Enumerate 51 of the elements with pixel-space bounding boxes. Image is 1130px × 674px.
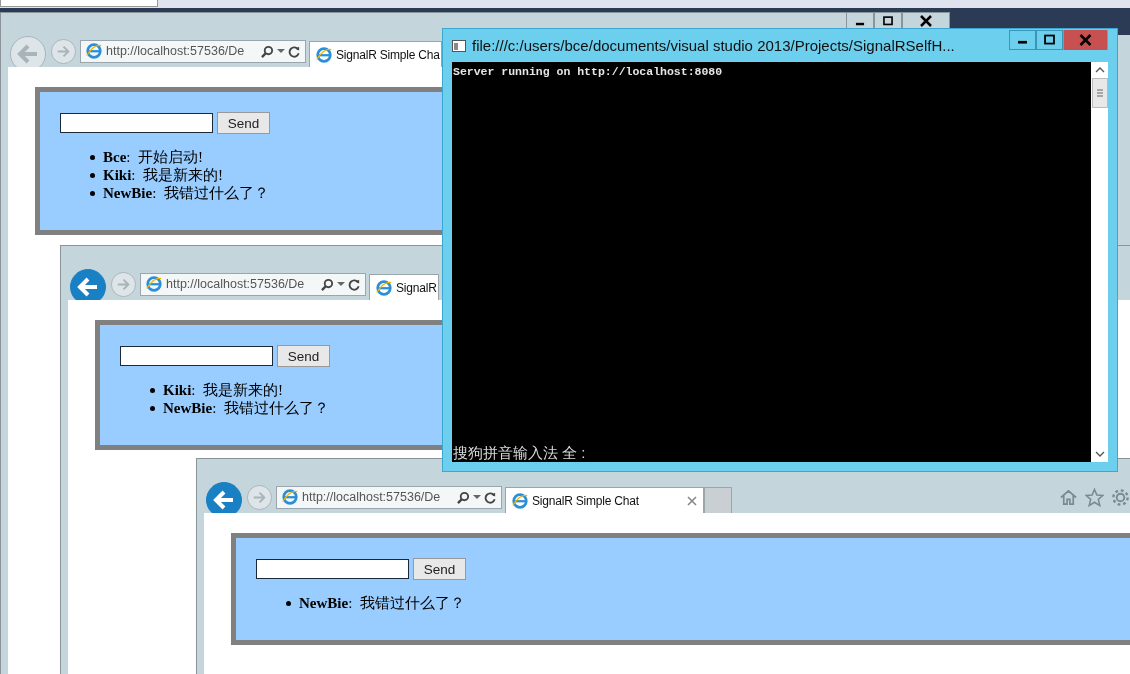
console-icon <box>452 39 466 52</box>
address-bar[interactable]: http://localhost:57536/De <box>140 272 366 296</box>
bullet-icon <box>286 600 291 606</box>
close-icon[interactable] <box>1063 30 1108 50</box>
input-method-status: 搜狗拼音输入法 全 : <box>453 444 587 462</box>
chat-message: NewBie: 我错过什么了？ <box>163 398 329 418</box>
send-button[interactable]: Send <box>413 558 466 580</box>
chat-message: Kiki: 我是新来的! <box>103 165 224 185</box>
send-button[interactable]: Send <box>277 345 330 367</box>
bullet-icon <box>90 172 95 178</box>
refresh-icon[interactable] <box>288 44 301 58</box>
chat-message: NewBie: 我错过什么了？ <box>103 183 269 203</box>
message-input[interactable] <box>256 559 409 579</box>
browser-logo-icon <box>85 42 103 60</box>
back-button[interactable] <box>205 481 243 513</box>
scrollbar[interactable] <box>1091 62 1108 462</box>
refresh-icon[interactable] <box>348 277 361 291</box>
back-button[interactable] <box>69 268 107 300</box>
search-icon[interactable] <box>321 277 334 291</box>
window-title: file:///c:/users/bce/documents/visual studio 2013/Projects/SignalRSelfH... <box>472 37 956 54</box>
star-icon[interactable] <box>1085 487 1104 507</box>
chat-message: Bce: 开始启动! <box>103 147 203 167</box>
search-icon[interactable] <box>261 44 274 58</box>
bullet-icon <box>150 405 155 411</box>
chat-message: Kiki: 我是新来的! <box>163 380 284 400</box>
browser-logo-icon <box>145 275 163 293</box>
scrollbar-thumb[interactable] <box>1091 78 1108 108</box>
message-input[interactable] <box>120 346 273 366</box>
maximize-icon[interactable] <box>1036 30 1063 50</box>
bullet-icon <box>150 387 155 393</box>
browser-logo-icon <box>281 488 299 506</box>
bullet-icon <box>90 190 95 196</box>
browser-tab[interactable]: SignalR Simple Chat <box>505 487 704 513</box>
address-bar[interactable]: http://localhost:57536/De <box>80 39 306 63</box>
chat-message: NewBie: 我错过什么了？ <box>299 593 465 613</box>
address-bar[interactable]: http://localhost:57536/De <box>276 485 502 509</box>
browser-tab[interactable]: SignalR <box>369 274 439 300</box>
message-input[interactable] <box>60 113 213 133</box>
console-line: Server running on http://localhost:8080 <box>453 65 724 78</box>
browser-logo-icon <box>375 278 393 297</box>
minimize-icon[interactable] <box>1009 30 1036 50</box>
browser-logo-icon <box>511 491 529 510</box>
dropdown-icon[interactable] <box>277 48 285 54</box>
bullet-icon <box>90 154 95 160</box>
dropdown-icon[interactable] <box>337 281 345 287</box>
dropdown-icon[interactable] <box>473 494 481 500</box>
refresh-icon[interactable] <box>484 490 497 504</box>
search-icon[interactable] <box>457 490 470 504</box>
browser-tab[interactable]: SignalR Simple Cha <box>309 41 442 67</box>
browser-logo-icon <box>315 45 333 64</box>
send-button[interactable]: Send <box>217 112 270 134</box>
